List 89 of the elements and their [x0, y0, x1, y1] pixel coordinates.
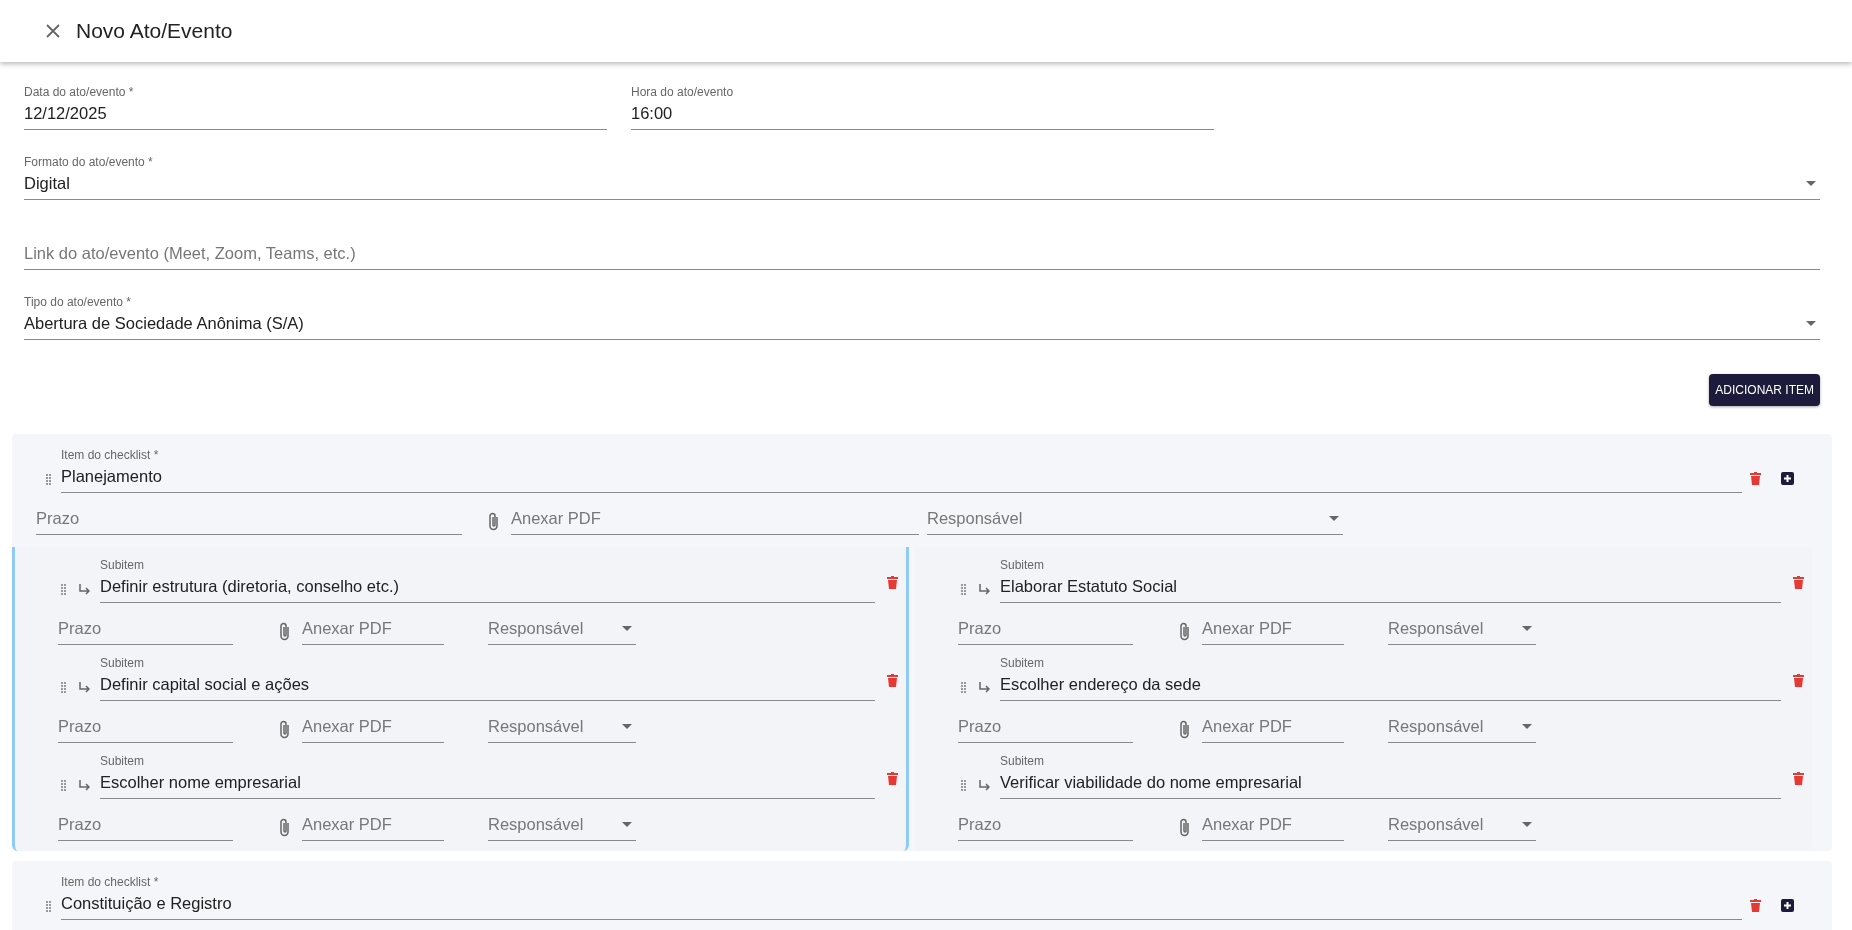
text-input[interactable]: Prazo [58, 713, 233, 743]
text-input[interactable]: Constituição e Registro [61, 890, 1742, 920]
return-arrow-icon [978, 780, 990, 791]
caret-icon [622, 724, 632, 729]
close-icon[interactable] [46, 24, 60, 38]
drag-handle-icon[interactable] [61, 584, 66, 595]
field-label: Subitem [1000, 655, 1046, 671]
text-input[interactable]: Anexar PDF [1202, 615, 1344, 645]
drag-handle-icon[interactable] [961, 780, 966, 791]
trash-icon[interactable] [887, 576, 898, 589]
dropdown-field[interactable]: Responsável [1388, 811, 1536, 841]
text-input[interactable]: Prazo [958, 713, 1133, 743]
trash-icon[interactable] [1793, 576, 1804, 589]
text-input[interactable]: Prazo [958, 615, 1133, 645]
drag-handle-icon[interactable] [46, 901, 51, 912]
text-input[interactable]: Link do ato/evento (Meet, Zoom, Teams, etc.) [24, 240, 1820, 270]
return-arrow-icon [978, 682, 990, 693]
field-label: Data do ato/evento * [24, 84, 135, 100]
return-arrow-icon [78, 780, 90, 791]
trash-icon[interactable] [1750, 472, 1761, 485]
trash-icon[interactable] [887, 772, 898, 785]
text-input[interactable]: Elaborar Estatuto Social [1000, 573, 1781, 603]
field-label: Item do checklist * [61, 447, 160, 463]
dropdown-field[interactable]: Responsável [927, 505, 1343, 535]
dropdown-field[interactable]: Responsável [488, 811, 636, 841]
window-title: Novo Ato/Evento [76, 18, 233, 45]
field-label: Tipo do ato/evento * [24, 294, 132, 310]
caret-icon [1806, 181, 1816, 186]
paperclip-icon[interactable] [1179, 720, 1190, 739]
text-input[interactable]: Anexar PDF [302, 615, 444, 645]
caret-icon [1522, 626, 1532, 631]
return-arrow-icon [78, 584, 90, 595]
text-input[interactable]: 12/12/2025 [24, 100, 607, 130]
caret-icon [1329, 516, 1339, 521]
drag-handle-icon[interactable] [961, 682, 966, 693]
text-input[interactable]: Anexar PDF [1202, 713, 1344, 743]
text-input[interactable]: 16:00 [631, 100, 1214, 130]
text-input[interactable]: Prazo [58, 615, 233, 645]
caret-icon [1522, 724, 1532, 729]
field-label: Hora do ato/evento [631, 84, 735, 100]
add-subitem-icon[interactable] [1781, 472, 1794, 485]
drag-handle-icon[interactable] [961, 584, 966, 595]
paperclip-icon[interactable] [1179, 818, 1190, 837]
text-input[interactable]: Planejamento [61, 463, 1742, 493]
paperclip-icon[interactable] [279, 622, 290, 641]
add-item-button[interactable]: ADICIONAR ITEM [1709, 374, 1820, 406]
trash-icon[interactable] [1750, 899, 1761, 912]
paperclip-icon[interactable] [279, 818, 290, 837]
text-input[interactable]: Anexar PDF [1202, 811, 1344, 841]
text-input[interactable]: Anexar PDF [302, 713, 444, 743]
paperclip-icon[interactable] [279, 720, 290, 739]
drag-handle-icon[interactable] [61, 780, 66, 791]
text-input[interactable]: Prazo [958, 811, 1133, 841]
field-label: Subitem [100, 655, 146, 671]
caret-icon [1522, 822, 1532, 827]
field-label: Item do checklist * [61, 874, 160, 890]
text-input[interactable]: Escolher nome empresarial [100, 769, 875, 799]
field-label: Subitem [100, 557, 146, 573]
return-arrow-icon [78, 682, 90, 693]
dropdown-field[interactable]: Responsável [488, 615, 636, 645]
field-label: Subitem [100, 753, 146, 769]
drag-handle-icon[interactable] [46, 474, 51, 485]
text-input[interactable]: Verificar viabilidade do nome empresarial [1000, 769, 1781, 799]
dropdown-field[interactable]: Responsável [1388, 615, 1536, 645]
text-input[interactable]: Anexar PDF [511, 505, 919, 535]
add-subitem-icon[interactable] [1781, 899, 1794, 912]
field-label: Subitem [1000, 753, 1046, 769]
text-input[interactable]: Prazo [58, 811, 233, 841]
text-input[interactable]: Definir capital social e ações [100, 671, 875, 701]
paperclip-icon[interactable] [488, 512, 499, 531]
text-input[interactable]: Escolher endereço da sede [1000, 671, 1781, 701]
dropdown-field[interactable]: Responsável [1388, 713, 1536, 743]
text-input[interactable]: Definir estrutura (diretoria, conselho etc.) [100, 573, 875, 603]
text-input[interactable]: Prazo [36, 505, 462, 535]
paperclip-icon[interactable] [1179, 622, 1190, 641]
caret-icon [1806, 321, 1816, 326]
dropdown-field[interactable]: Responsável [488, 713, 636, 743]
field-label: Subitem [1000, 557, 1046, 573]
trash-icon[interactable] [1793, 772, 1804, 785]
drag-handle-icon[interactable] [61, 682, 66, 693]
caret-icon [622, 822, 632, 827]
trash-icon[interactable] [887, 674, 898, 687]
trash-icon[interactable] [1793, 674, 1804, 687]
return-arrow-icon [978, 584, 990, 595]
field-label: Formato do ato/evento * [24, 154, 154, 170]
dropdown-field[interactable]: Abertura de Sociedade Anônima (S/A) [24, 310, 1820, 340]
dropdown-field[interactable]: Digital [24, 170, 1820, 200]
text-input[interactable]: Anexar PDF [302, 811, 444, 841]
caret-icon [622, 626, 632, 631]
